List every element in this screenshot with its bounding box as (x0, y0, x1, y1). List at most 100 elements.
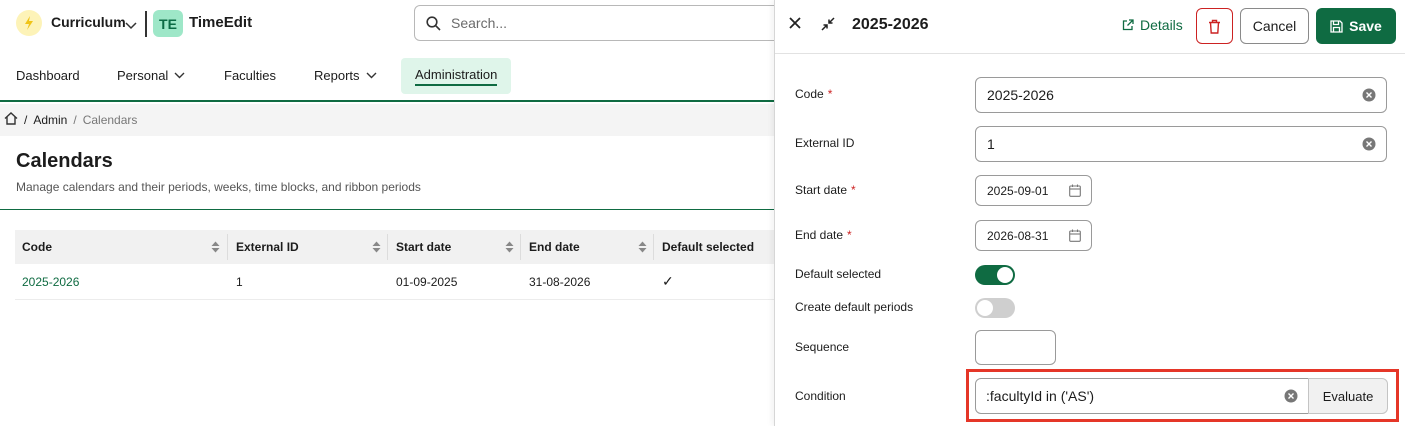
start-date-label: Start date * (795, 183, 856, 197)
edit-calendar-panel: 2025-2026 Details Cancel Save Code * 2025… (774, 0, 1405, 426)
toggle-knob (997, 267, 1013, 283)
search-icon (426, 16, 441, 36)
breadcrumb-separator: / (73, 113, 77, 127)
sequence-label: Sequence (795, 340, 850, 354)
column-header-default-selected[interactable]: Default selected (662, 240, 754, 254)
table-row[interactable]: 2025-2026 1 01-09-2025 31-08-2026 ✓ (15, 264, 775, 300)
divider (145, 11, 147, 37)
cell-start-date: 01-09-2025 (396, 275, 458, 289)
nav-item-label: Faculties (224, 68, 277, 83)
nav-item-label: Administration (415, 67, 498, 86)
column-header-external-id[interactable]: External ID (236, 240, 299, 254)
nav-item-dashboard[interactable]: Dashboard (16, 68, 80, 83)
nav-item-reports[interactable]: Reports (314, 68, 377, 83)
column-header-label: External ID (236, 240, 299, 254)
save-button[interactable]: Save (1316, 8, 1396, 44)
required-marker: * (847, 228, 852, 242)
field-label-text: Start date (795, 183, 848, 197)
nav-item-label: Reports (314, 68, 360, 83)
save-button-label: Save (1349, 18, 1382, 34)
sort-icon[interactable] (638, 241, 647, 253)
field-label-text: End date (795, 228, 844, 242)
column-header-label: Code (22, 240, 52, 254)
cell-external-id: 1 (236, 275, 243, 289)
page-title: Calendars (16, 150, 113, 172)
default-selected-label: Default selected (795, 267, 882, 281)
column-header-start-date[interactable]: Start date (396, 240, 451, 254)
external-id-field[interactable]: 1 (975, 126, 1387, 162)
code-label: Code * (795, 87, 832, 101)
nav-item-label: Personal (117, 68, 169, 83)
main-nav: Dashboard Personal Faculties Reports Adm… (0, 56, 774, 102)
column-divider (387, 234, 388, 260)
breadcrumb-separator: / (24, 113, 28, 127)
panel-header: 2025-2026 Details Cancel Save (775, 0, 1405, 54)
nav-item-faculties[interactable]: Faculties (224, 68, 276, 83)
required-marker: * (827, 87, 833, 101)
code-value: 2025-2026 (987, 87, 1054, 103)
start-date-field[interactable]: 2025-09-01 (975, 175, 1092, 206)
cancel-button[interactable]: Cancel (1240, 8, 1309, 44)
trash-icon (1209, 19, 1220, 34)
default-selected-toggle[interactable] (975, 265, 1015, 285)
clear-icon[interactable] (1362, 137, 1376, 154)
delete-button[interactable] (1196, 8, 1233, 44)
chevron-down-icon (174, 72, 185, 79)
details-link[interactable]: Details (1122, 17, 1183, 33)
clear-icon[interactable] (1362, 88, 1376, 105)
top-bar: Curriculum TE TimeEdit Search... (0, 0, 784, 50)
cell-end-date: 31-08-2026 (529, 275, 591, 289)
curriculum-logo-icon (16, 10, 42, 36)
column-header-label: End date (529, 240, 580, 254)
column-header-label: Start date (396, 240, 452, 254)
nav-item-personal[interactable]: Personal (117, 68, 185, 83)
required-marker: * (851, 183, 856, 197)
column-header-code[interactable]: Code (22, 240, 52, 254)
breadcrumb-admin[interactable]: Admin (33, 113, 67, 127)
divider (0, 209, 774, 210)
page-subtitle: Manage calendars and their periods, week… (16, 180, 421, 194)
create-default-periods-toggle[interactable] (975, 298, 1015, 318)
table-header: Code External ID Start date End date Def… (15, 230, 775, 264)
column-header-end-date[interactable]: End date (529, 240, 580, 254)
highlight-box (966, 369, 1399, 422)
toggle-knob (977, 300, 993, 316)
column-divider (653, 234, 654, 260)
end-date-field[interactable]: 2026-08-31 (975, 220, 1092, 251)
collapse-icon[interactable] (821, 17, 835, 36)
close-icon[interactable] (788, 16, 802, 35)
sort-icon[interactable] (211, 241, 220, 253)
app-switcher-label[interactable]: Curriculum (51, 14, 126, 30)
cell-code[interactable]: 2025-2026 (22, 275, 79, 289)
start-date-value: 2025-09-01 (987, 184, 1049, 198)
sort-icon[interactable] (505, 241, 514, 253)
nav-item-label: Dashboard (16, 68, 80, 83)
column-divider (520, 234, 521, 260)
end-date-value: 2026-08-31 (987, 229, 1049, 243)
search-input[interactable]: Search... (414, 5, 784, 41)
code-field[interactable]: 2025-2026 (975, 77, 1387, 113)
sort-icon[interactable] (372, 241, 381, 253)
checkmark-icon: ✓ (662, 273, 674, 289)
field-label-text: Code (795, 87, 824, 101)
external-link-icon (1122, 19, 1134, 31)
column-divider (227, 234, 228, 260)
breadcrumb: / Admin / Calendars (0, 104, 774, 136)
timeedit-logo-icon: TE (153, 10, 183, 37)
calendar-icon[interactable] (1069, 229, 1081, 245)
cancel-button-label: Cancel (1252, 18, 1297, 34)
chevron-down-icon (366, 72, 377, 79)
condition-label: Condition (795, 389, 846, 403)
app-switcher-chevron-down-icon[interactable] (125, 17, 137, 35)
save-icon (1330, 19, 1343, 33)
external-id-value: 1 (987, 136, 995, 152)
nav-item-administration[interactable]: Administration (401, 58, 512, 94)
calendar-icon[interactable] (1069, 184, 1081, 200)
details-label: Details (1140, 17, 1183, 33)
sequence-field[interactable] (975, 330, 1056, 365)
panel-title: 2025-2026 (852, 16, 929, 33)
search-placeholder: Search... (451, 15, 508, 31)
home-icon[interactable] (4, 112, 18, 128)
create-default-periods-label: Create default periods (795, 300, 914, 314)
external-id-label: External ID (795, 136, 855, 150)
